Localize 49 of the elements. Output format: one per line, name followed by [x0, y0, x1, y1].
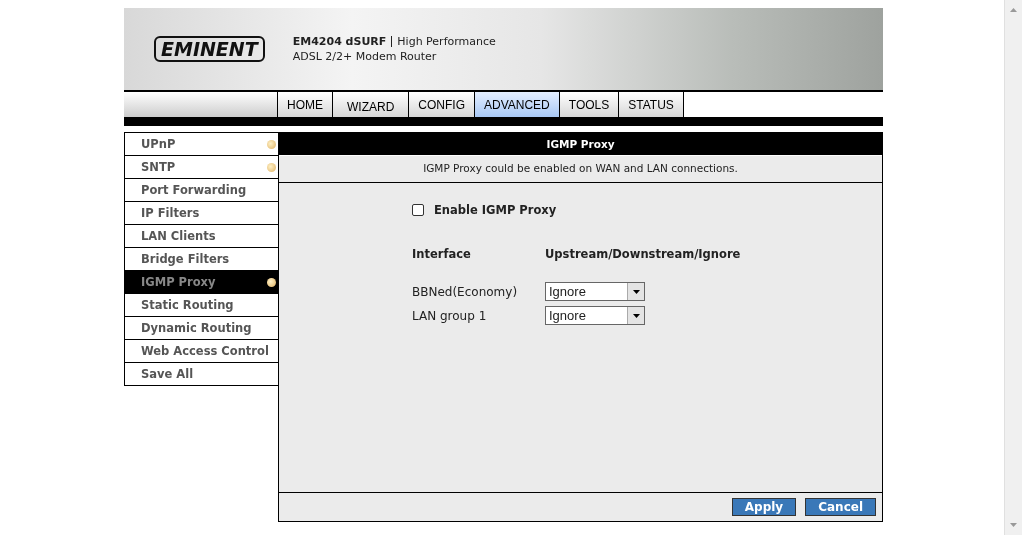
sidebar-label: UPnP — [141, 137, 176, 151]
sidebar-label: IP Filters — [141, 206, 200, 220]
nav-tab[interactable]: HOME — [278, 92, 333, 117]
brand-logo: EMINENT — [154, 36, 265, 62]
sidebar-item[interactable]: Save All — [124, 363, 278, 386]
sidebar-label: Save All — [141, 367, 194, 381]
nav-tab[interactable]: STATUS — [619, 92, 684, 117]
sidebar-label: LAN Clients — [141, 229, 216, 243]
sidebar-item[interactable]: Bridge Filters — [124, 248, 278, 271]
sidebar-label: IGMP Proxy — [141, 275, 216, 289]
sidebar-label: SNTP — [141, 160, 176, 174]
interface-name: LAN group 1 — [412, 308, 487, 323]
sidebar-item[interactable]: UPnP — [124, 133, 278, 156]
sidebar-label: Port Forwarding — [141, 183, 247, 197]
column-header: Interface — [412, 247, 471, 261]
enable-label: Enable IGMP Proxy — [434, 203, 557, 217]
sidebar-item[interactable]: Web Access Control — [124, 340, 278, 363]
scrollbar[interactable] — [1004, 0, 1022, 535]
sidebar-label: Bridge Filters — [141, 252, 230, 266]
model-name: EM4204 dSURF — [292, 35, 387, 48]
tagline: High Performance — [397, 35, 496, 48]
nav-tab[interactable]: CONFIG — [409, 92, 475, 117]
sidebar-label: Static Routing — [141, 298, 234, 312]
panel-description: IGMP Proxy could be enabled on WAN and LAN connections. — [279, 156, 882, 183]
sidebar-item[interactable]: Port Forwarding — [124, 179, 278, 202]
nav-tab[interactable]: TOOLS — [559, 92, 620, 117]
sidebar-item[interactable]: IGMP Proxy — [124, 271, 278, 294]
sidebar-item[interactable]: Static Routing — [124, 294, 278, 317]
dropdown-arrow-icon — [632, 313, 640, 318]
sidebar-label: Dynamic Routing — [141, 321, 252, 335]
panel-title: IGMP Proxy — [279, 133, 882, 156]
mode-dropdown[interactable]: Ignore — [545, 306, 645, 325]
scroll-up-icon[interactable] — [1010, 8, 1017, 12]
column-header: Upstream/Downstream/Ignore — [545, 247, 741, 261]
sidebar-item[interactable]: SNTP — [124, 156, 278, 179]
action-button[interactable]: Apply — [731, 498, 797, 516]
product-subtitle: ADSL 2/2+ Modem Router — [292, 50, 438, 63]
sidebar-item[interactable]: Dynamic Routing — [124, 317, 278, 340]
sidebar-item[interactable]: LAN Clients — [124, 225, 278, 248]
mode-dropdown[interactable]: Ignore — [545, 282, 645, 301]
interface-name: BBNed(Economy) — [412, 284, 518, 299]
dropdown-arrow-icon — [632, 289, 640, 294]
scroll-down-icon[interactable] — [1010, 523, 1017, 527]
sidebar-label: Web Access Control — [141, 344, 269, 358]
nav-tab[interactable]: ADVANCED — [475, 92, 560, 117]
sidebar-item[interactable]: IP Filters — [124, 202, 278, 225]
enable-checkbox[interactable] — [412, 204, 424, 216]
action-button[interactable]: Cancel — [805, 498, 876, 516]
nav-tab[interactable]: WIZARD — [333, 92, 410, 117]
